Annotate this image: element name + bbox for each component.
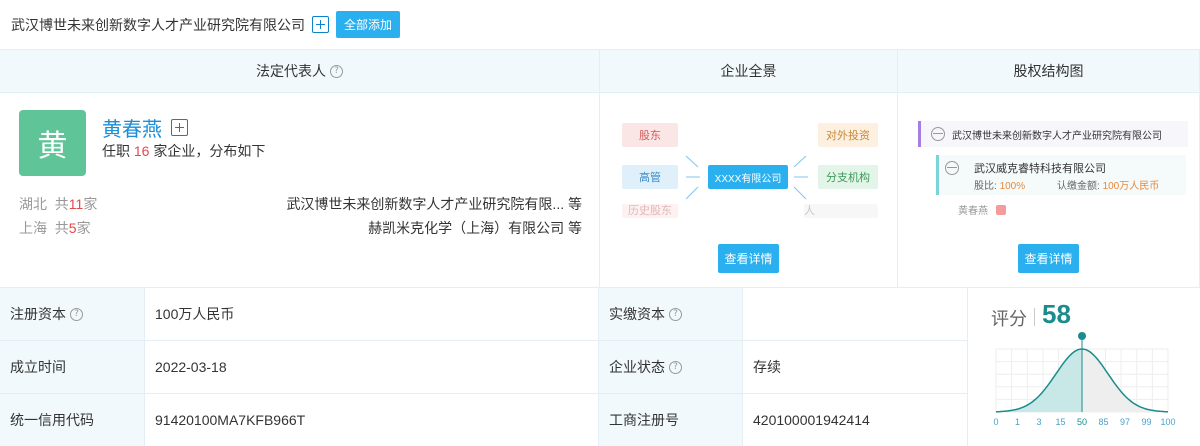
overview-node-center: XXXX有限公司 <box>708 165 788 189</box>
rep-name-row: 黄春燕 <box>102 113 188 142</box>
reg-capital-value: 100万人民币 <box>145 288 599 341</box>
paid-capital-value <box>743 288 968 341</box>
score-axis-tick: 99 <box>1141 417 1151 427</box>
overview-node-branch: 分支机构 <box>818 165 878 189</box>
title-bar: 武汉博世未来创新数字人才产业研究院有限公司 全部添加 <box>0 0 1200 49</box>
founded-value: 2022-03-18 <box>145 341 599 394</box>
paid-capital-label-cell: 实缴资本? <box>599 288 743 341</box>
company-title: 武汉博世未来创新数字人才产业研究院有限公司 <box>11 16 305 33</box>
add-rep-plus-icon[interactable] <box>171 119 188 136</box>
status-value: 存续 <box>743 341 968 394</box>
region-company[interactable]: 赫凯米克化学（上海）有限公司 等 <box>368 218 582 240</box>
score-axis-tick: 15 <box>1055 417 1065 427</box>
credit-code-value: 91420100MA7KFB966T <box>145 394 599 446</box>
score-axis-tick: 1 <box>1015 417 1020 427</box>
equity-child-name: 武汉威克睿特科技有限公司 <box>974 163 1106 175</box>
overview-panel: 股东 高管 历史股东 XXXX有限公司 对外投资 分支机构 历史法定代表人 查看… <box>600 93 898 288</box>
region-label: 湖北 共11家 <box>19 196 98 212</box>
overview-header: 企业全景 <box>600 50 898 93</box>
rep-summary: 任职 16 家企业，分布如下 <box>102 143 266 159</box>
region-row[interactable]: 上海 共5家 赫凯米克化学（上海）有限公司 等 <box>19 218 582 240</box>
equity-child-ratio: 股比: 100% <box>974 181 1026 192</box>
equity-root-node[interactable]: 武汉博世未来创新数字人才产业研究院有限公司 <box>918 121 1188 147</box>
rep-name-link[interactable]: 黄春燕 <box>102 113 162 142</box>
equity-header: 股权结构图 <box>898 50 1200 93</box>
overview-node-history-shareholder: 历史股东 <box>622 204 678 218</box>
overview-node-shareholder: 股东 <box>622 123 678 147</box>
credit-code-label-cell: 统一信用代码 <box>0 394 145 446</box>
score-area <box>996 349 1082 412</box>
add-all-button[interactable]: 全部添加 <box>336 11 401 38</box>
equity-person-node[interactable]: 黄春燕 <box>958 201 1028 217</box>
collapse-icon[interactable] <box>945 161 959 175</box>
region-row[interactable]: 湖北 共11家 武汉博世未来创新数字人才产业研究院有限... 等 <box>19 194 582 216</box>
rep-company-count: 16 <box>133 143 150 159</box>
score-axis-tick: 3 <box>1036 417 1041 427</box>
founded-label-cell: 成立时间 <box>0 341 145 394</box>
score-axis-tick: 100 <box>1160 417 1175 427</box>
equity-root-name: 武汉博世未来创新数字人才产业研究院有限公司 <box>952 131 1162 142</box>
status-label-cell: 企业状态? <box>599 341 743 394</box>
person-icon <box>995 205 1006 216</box>
avatar: 黄 <box>19 110 86 176</box>
overview-node-history-rep: 历史法定代表人 <box>804 204 878 218</box>
reg-capital-label-cell: 注册资本? <box>0 288 145 341</box>
score-axis-tick: 50 <box>1077 417 1087 427</box>
region-label: 上海 共5家 <box>19 220 91 236</box>
legal-rep-panel: 黄 黄春燕 任职 16 家企业，分布如下 湖北 共11家 武汉博世未来创新数字人… <box>0 93 600 288</box>
equity-detail-button[interactable]: 查看详情 <box>1018 244 1079 273</box>
legal-rep-header: 法定代表人 ? <box>0 50 600 93</box>
help-icon[interactable]: ? <box>70 307 83 321</box>
score-axis-tick: 0 <box>993 417 998 427</box>
add-plus-icon[interactable] <box>312 16 329 33</box>
score-axis-tick: 85 <box>1098 417 1108 427</box>
region-company[interactable]: 武汉博世未来创新数字人才产业研究院有限... 等 <box>286 194 582 216</box>
overview-node-executive: 高管 <box>622 165 678 189</box>
help-icon[interactable]: ? <box>330 64 343 78</box>
score-axis-tick: 97 <box>1120 417 1130 427</box>
score-distribution-chart: 0 1 3 15 50 85 97 99 100 <box>993 332 1176 427</box>
overview-header-label: 企业全景 <box>720 63 777 79</box>
equity-panel: 武汉博世未来创新数字人才产业研究院有限公司 武汉威克睿特科技有限公司 股比: 1… <box>898 93 1200 288</box>
score-area-rest <box>1082 349 1168 412</box>
overview-node-investment: 对外投资 <box>818 123 878 147</box>
score-panel: 评分 58 0 1 3 15 50 85 97 99 100 <box>968 287 1200 446</box>
overview-detail-button[interactable]: 查看详情 <box>718 244 779 273</box>
help-icon[interactable]: ? <box>669 360 682 374</box>
equity-child-capital: 认缴金额: 100万人民币 <box>1057 181 1160 192</box>
help-icon[interactable]: ? <box>669 307 682 321</box>
equity-person-name: 黄春燕 <box>958 206 988 217</box>
score-pin-icon <box>1078 332 1086 340</box>
legal-rep-header-label: 法定代表人 <box>256 63 326 79</box>
reg-no-value: 420100001942414 <box>743 394 968 446</box>
equity-child-node[interactable]: 武汉威克睿特科技有限公司 股比: 100% 认缴金额: 100万人民币 <box>936 155 1186 195</box>
reg-no-label-cell: 工商注册号 <box>599 394 743 446</box>
collapse-icon[interactable] <box>931 127 945 141</box>
equity-header-label: 股权结构图 <box>1013 63 1084 79</box>
